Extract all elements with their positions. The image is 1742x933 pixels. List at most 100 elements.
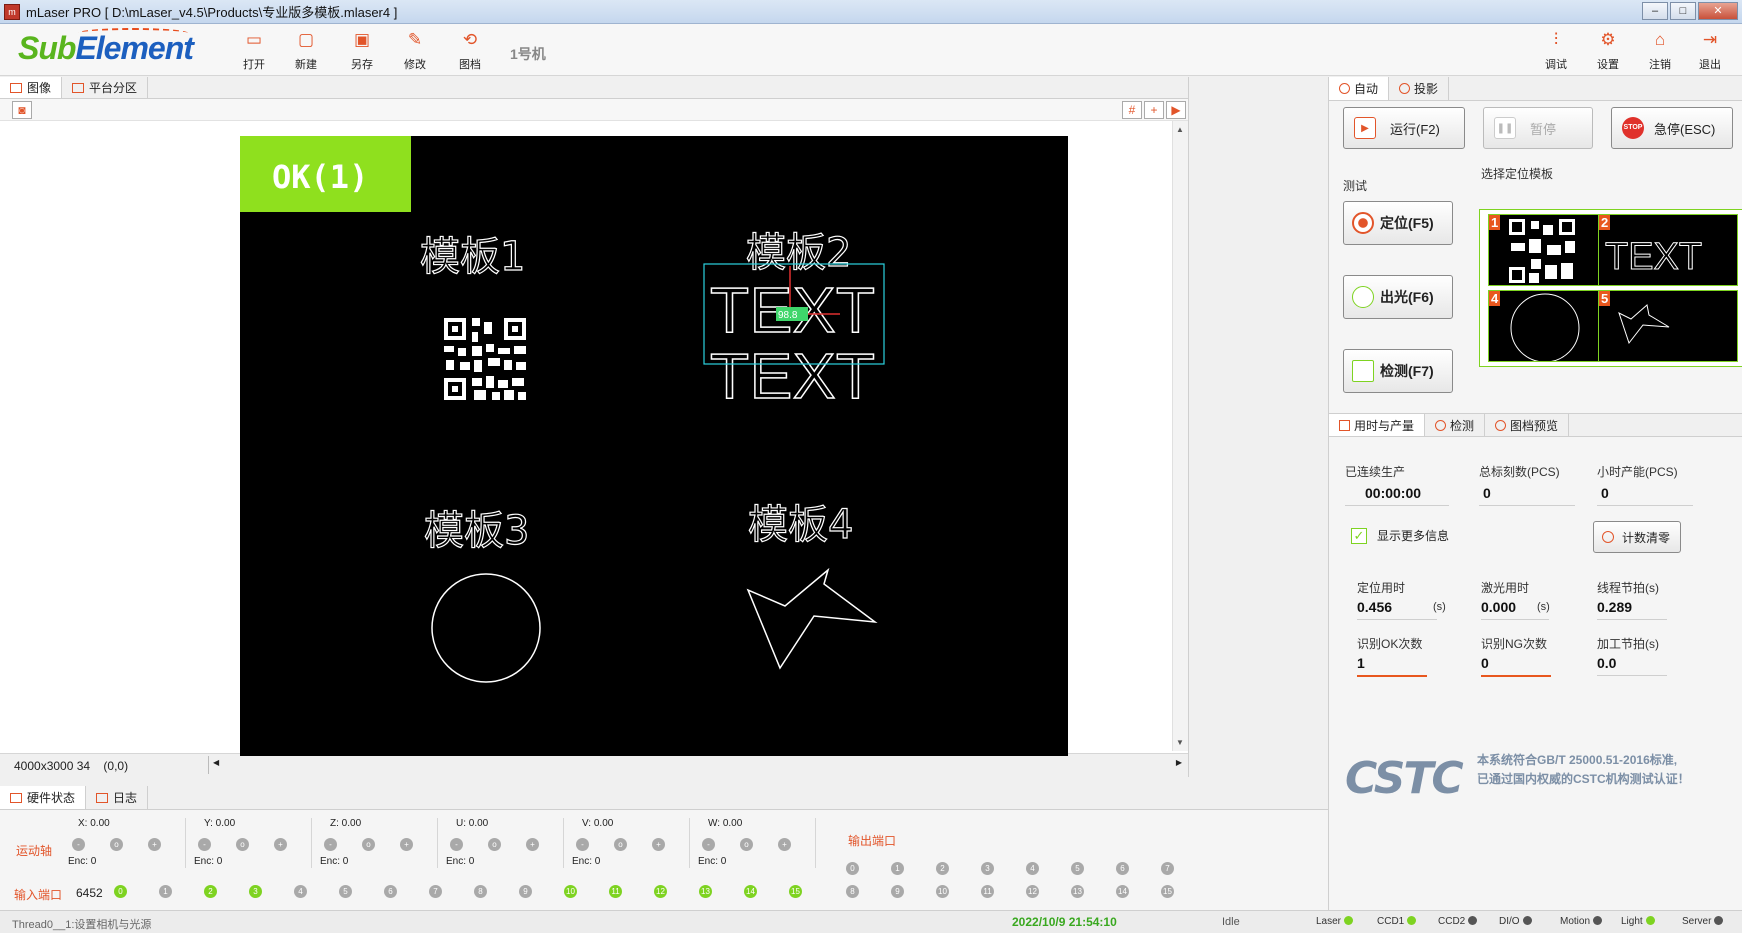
exit-button[interactable]: ⇥ 退出 <box>1690 30 1730 72</box>
output-port-button[interactable]: 3 <box>981 862 994 875</box>
main-toolbar: SubElement ▭ 打开 ▢ 新建 ▣ 另存 ✎ 修改 ⟲ 图档 1号机 ⫶ 调试 ⚙… <box>0 24 1742 76</box>
tab-image[interactable]: 图像 <box>0 77 63 98</box>
axis-jog-button[interactable]: o <box>488 838 501 851</box>
crop-button[interactable]: # <box>1122 101 1142 119</box>
axis-group-u: U: 0.00 - o + Enc: 0 <box>442 818 564 868</box>
graphic-file-button[interactable]: ⟲ 图档 <box>450 30 490 72</box>
camera-image[interactable]: OK(1) 模板1 模板2 模板3 模板4 TEXT TEXT 98.8 <box>240 136 1068 756</box>
tab-projection[interactable]: 投影 <box>1389 77 1450 100</box>
output-port-button[interactable]: 15 <box>1161 885 1174 898</box>
laser-icon <box>1352 286 1374 308</box>
axis-position: X: 0.00 <box>78 818 110 829</box>
minimize-button[interactable]: – <box>1642 2 1668 20</box>
axis-jog-button[interactable]: + <box>526 838 539 851</box>
thread-tact-label: 线程节拍(s) <box>1597 581 1659 595</box>
output-port-button[interactable]: 1 <box>891 862 904 875</box>
output-port-button[interactable]: 14 <box>1116 885 1129 898</box>
close-button[interactable]: ✕ <box>1698 2 1738 20</box>
output-port-button[interactable]: 8 <box>846 885 859 898</box>
axis-jog-button[interactable]: - <box>72 838 85 851</box>
axis-jog-button[interactable]: o <box>740 838 753 851</box>
vertical-scrollbar[interactable]: ▲ ▼ <box>1172 121 1188 751</box>
tab-log[interactable]: 日志 <box>86 786 149 809</box>
axis-jog-button[interactable]: + <box>274 838 287 851</box>
input-port-indicator: 10 <box>564 885 577 898</box>
text-outline-graphic: TEXT TEXT <box>709 273 876 413</box>
template-thumb-2[interactable]: 2 TEXT <box>1598 214 1738 286</box>
debug-button[interactable]: ⫶ 调试 <box>1536 30 1576 72</box>
axis-jog-button[interactable]: + <box>400 838 413 851</box>
tab-graphic-preview[interactable]: 图档预览 <box>1485 414 1570 436</box>
status-light-icon <box>1645 916 1655 925</box>
tab-hardware-status[interactable]: 硬件状态 <box>0 786 87 809</box>
tab-auto[interactable]: 自动 <box>1329 77 1390 100</box>
output-port-button[interactable]: 2 <box>936 862 949 875</box>
laser-button[interactable]: 出光(F6) <box>1343 275 1453 319</box>
arrow-graphic <box>746 567 878 670</box>
axis-jog-button[interactable]: o <box>362 838 375 851</box>
output-port-button[interactable]: 4 <box>1026 862 1039 875</box>
circle-graphic <box>431 573 541 683</box>
input-port-indicator: 4 <box>294 885 307 898</box>
test-group-label: 测试 <box>1343 179 1368 193</box>
output-port-button[interactable]: 5 <box>1071 862 1084 875</box>
output-port-button[interactable]: 0 <box>846 862 859 875</box>
axis-jog-button[interactable]: o <box>110 838 123 851</box>
bar-chart-icon <box>1339 419 1350 431</box>
axis-jog-button[interactable]: + <box>148 838 161 851</box>
stop-icon: STOP <box>1622 117 1644 139</box>
emergency-stop-button[interactable]: STOP 急停(ESC) <box>1611 107 1733 149</box>
reset-count-button[interactable]: 计数清零 <box>1593 521 1681 553</box>
continuous-production-label: 已连续生产 <box>1345 465 1406 479</box>
axis-jog-button[interactable]: o <box>236 838 249 851</box>
open-button[interactable]: ▭ 打开 <box>234 30 274 72</box>
output-port-button[interactable]: 11 <box>981 885 994 898</box>
axis-jog-button[interactable]: o <box>614 838 627 851</box>
thread-tact-value: 0.289 <box>1597 599 1667 620</box>
output-port-button[interactable]: 7 <box>1161 862 1174 875</box>
output-port-button[interactable]: 9 <box>891 885 904 898</box>
input-port-indicator: 12 <box>654 885 667 898</box>
cstc-logo: CSTC <box>1345 753 1464 804</box>
status-indicator-ccd2: CCD2 <box>1438 916 1478 927</box>
axis-encoder: Enc: 0 <box>698 856 727 867</box>
axis-jog-button[interactable]: - <box>324 838 337 851</box>
show-more-checkbox[interactable]: ✓ 显示更多信息 <box>1351 527 1449 544</box>
run-button[interactable]: ▶ 运行(F2) <box>1343 107 1465 149</box>
axis-jog-button[interactable]: + <box>778 838 791 851</box>
logout-button[interactable]: ⌂ 注销 <box>1640 30 1680 72</box>
output-port-button[interactable]: 6 <box>1116 862 1129 875</box>
save-as-button[interactable]: ▣ 另存 <box>342 30 382 72</box>
axis-jog-button[interactable]: - <box>450 838 463 851</box>
crosshair-button[interactable]: + <box>1144 101 1164 119</box>
tab-platform-zone[interactable]: 平台分区 <box>62 77 149 98</box>
maximize-button[interactable]: □ <box>1670 2 1696 20</box>
tab-detect[interactable]: 检测 <box>1425 414 1486 436</box>
axis-jog-button[interactable]: + <box>652 838 665 851</box>
template-thumb-1[interactable]: 1 <box>1488 214 1600 286</box>
axis-jog-button[interactable]: - <box>576 838 589 851</box>
output-port-button[interactable]: 10 <box>936 885 949 898</box>
template-thumb-5[interactable]: 5 <box>1598 290 1738 362</box>
new-button[interactable]: ▢ 新建 <box>286 30 326 72</box>
total-marks-value: 0 <box>1479 485 1575 506</box>
settings-button[interactable]: ⚙ 设置 <box>1588 30 1628 72</box>
ng-count-value: 0 <box>1481 655 1551 677</box>
locate-button[interactable]: 定位(F5) <box>1343 201 1453 245</box>
edit-button[interactable]: ✎ 修改 <box>395 30 435 72</box>
template-graphics: TEXT TEXT 98.8 <box>431 263 885 683</box>
output-port-button[interactable]: 12 <box>1026 885 1039 898</box>
detect-button[interactable]: 检测(F7) <box>1343 349 1453 393</box>
tab-time-output[interactable]: 用时与产量 <box>1329 414 1426 436</box>
template-thumbnails: 1 2 TEXT 4 5 <box>1479 209 1742 367</box>
axis-jog-button[interactable]: - <box>702 838 715 851</box>
pause-button[interactable]: ❚❚ 暂停 <box>1483 107 1593 149</box>
horizontal-scrollbar[interactable]: ◀ ▶ <box>208 756 1188 774</box>
camera-button[interactable]: ◙ <box>12 101 32 119</box>
output-port-button[interactable]: 13 <box>1071 885 1084 898</box>
video-button[interactable]: ▶ <box>1166 101 1186 119</box>
axis-jog-button[interactable]: - <box>198 838 211 851</box>
template-thumb-4[interactable]: 4 <box>1488 290 1600 362</box>
pause-icon: ❚❚ <box>1494 117 1516 139</box>
ok-count-label: 识别OK次数 <box>1357 637 1423 651</box>
